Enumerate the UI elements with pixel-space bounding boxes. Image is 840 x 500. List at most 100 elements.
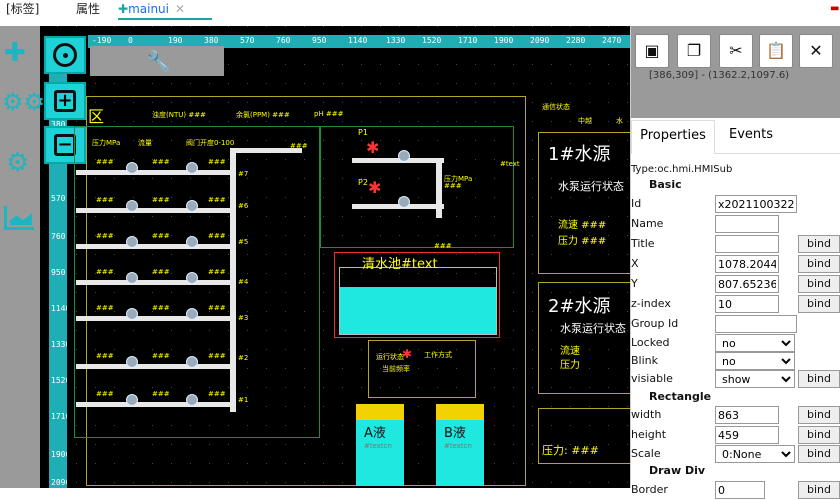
bind-button[interactable]: bind [798, 406, 840, 424]
bind-button[interactable]: bind [798, 275, 840, 293]
close-icon[interactable]: ✕ [175, 2, 185, 16]
liquid-a-tank[interactable]: A液 #textcn [356, 404, 404, 486]
valve-icon[interactable] [186, 356, 198, 368]
valve-icon[interactable] [398, 150, 410, 162]
crosshair-button[interactable] [44, 36, 86, 74]
prop-label: Group Id [631, 317, 679, 330]
value-label: ### [96, 158, 114, 166]
panel-tabs: Properties Events [631, 120, 840, 154]
value-label: ### [152, 304, 170, 312]
wrench-widget[interactable]: 🔧 [90, 46, 224, 76]
pipe-row[interactable]: ### ### ### #6 [76, 196, 248, 220]
prop-label: Scale [631, 447, 661, 460]
tab-mainui[interactable]: ✚mainui ✕ [118, 1, 212, 20]
valve-icon[interactable] [126, 308, 138, 320]
prop-label: visiable [631, 372, 673, 385]
bind-button[interactable]: bind [798, 255, 840, 273]
ruler-tick: 380 [204, 36, 219, 45]
value-label: ### [96, 268, 114, 276]
locked-select[interactable]: no [715, 334, 795, 352]
valve-icon[interactable] [398, 196, 410, 208]
valve-icon[interactable] [186, 236, 198, 248]
value-label: ### [152, 390, 170, 398]
pipe-row[interactable]: ### ### ### #5 [76, 232, 248, 256]
pipe-row[interactable]: ### ### ### #1 [76, 390, 248, 414]
bind-button[interactable]: bind [798, 370, 840, 388]
bind-button[interactable]: bind [798, 481, 840, 499]
bind-button[interactable]: bind [798, 445, 840, 463]
valve-icon[interactable] [186, 394, 198, 406]
paste-button[interactable]: 📋 [759, 34, 793, 68]
pump-value: ### [434, 242, 452, 250]
blink-select[interactable]: no [715, 352, 795, 370]
value-label: ### [96, 304, 114, 312]
save-icon: ▣ [644, 41, 660, 60]
cogs-icon[interactable]: ⚙⚙ [2, 88, 45, 116]
pipe-row[interactable]: ### ### ### #2 [76, 352, 248, 376]
value-label: ### [152, 196, 170, 204]
save-button[interactable]: ▣ [635, 34, 669, 68]
valve-icon[interactable] [186, 200, 198, 212]
height-field[interactable] [715, 426, 779, 444]
fan-icon[interactable]: ✱ [402, 346, 412, 362]
tab-properties[interactable]: Properties [631, 120, 715, 154]
area-chart-icon[interactable] [4, 206, 34, 230]
y-field[interactable] [715, 275, 779, 293]
valve-icon[interactable] [186, 162, 198, 174]
valve-icon[interactable] [186, 308, 198, 320]
bind-button[interactable]: bind [798, 235, 840, 253]
valve-icon[interactable] [186, 272, 198, 284]
gear-icon[interactable]: ⚙ [6, 148, 29, 178]
ruler-tick: 2470 [602, 36, 622, 45]
section-draw-div: Draw Div [649, 464, 706, 477]
tab-events[interactable]: Events [729, 120, 773, 154]
menu-icon[interactable]: ▬ [830, 4, 840, 14]
name-field[interactable] [715, 215, 779, 233]
source-1-pressure: 压力 ### [558, 236, 607, 247]
valve-icon[interactable] [126, 236, 138, 248]
source-2-pressure: 压力 [560, 360, 580, 371]
source-1-state: 水泵运行状态 [558, 180, 624, 193]
copy-button[interactable]: ❐ [677, 34, 711, 68]
prop-title: Title bind [631, 234, 840, 254]
prop-x: Xbind [631, 254, 840, 274]
valve-icon[interactable] [126, 394, 138, 406]
valve-icon[interactable] [126, 200, 138, 212]
pipe-row[interactable]: ### ### ### #4 [76, 268, 248, 292]
close-icon: ✕ [809, 41, 823, 60]
ruler-tick: 0 [128, 36, 133, 45]
width-field[interactable] [715, 406, 779, 424]
clipboard-icon: 📋 [766, 41, 786, 60]
liquid-b-tank[interactable]: B液 #textcn [436, 404, 484, 486]
zoom-in-button[interactable]: + [44, 82, 86, 120]
x-field[interactable] [715, 255, 779, 273]
cut-button[interactable]: ✂ [719, 34, 753, 68]
pipe-row[interactable]: ### ### ### #7 [76, 158, 248, 182]
valve-icon[interactable] [126, 272, 138, 284]
tab-tags[interactable]: [标签] [6, 1, 39, 20]
tab-attributes[interactable]: 属性 [76, 1, 100, 20]
scale-select[interactable]: 0:None [715, 445, 795, 463]
title-field[interactable] [715, 235, 779, 253]
prop-label: height [631, 428, 667, 441]
fan-icon[interactable]: ✱ [368, 180, 381, 196]
puzzle-icon[interactable]: ✚ [4, 38, 26, 68]
valve-icon[interactable] [126, 162, 138, 174]
visible-select[interactable]: show [715, 370, 795, 388]
ruler-tick: 570 [51, 194, 66, 203]
pump-group[interactable] [320, 126, 514, 248]
zone-label: 区 [88, 107, 105, 126]
pipe-row[interactable]: ### ### ### #3 [76, 304, 248, 328]
prop-blink: Blink no [631, 351, 840, 371]
bind-button[interactable]: bind [798, 295, 840, 313]
group-field[interactable] [715, 315, 797, 333]
border-field[interactable] [715, 481, 765, 499]
zindex-field[interactable] [715, 295, 779, 313]
fan-icon[interactable]: ✱ [366, 140, 379, 156]
close-button[interactable]: ✕ [799, 34, 833, 68]
bind-button[interactable]: bind [798, 426, 840, 444]
prop-label: width [631, 408, 662, 421]
valve-icon[interactable] [126, 356, 138, 368]
ruler-tick: 1710 [458, 36, 478, 45]
id-field[interactable] [715, 195, 797, 213]
